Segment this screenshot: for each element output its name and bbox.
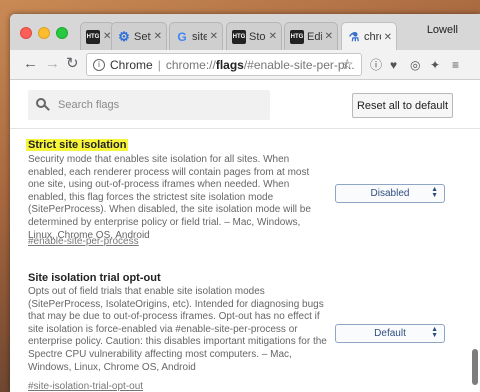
select-arrows-icon: ▲ ▼ <box>431 326 438 339</box>
tab-chrome-flags[interactable]: ⚗ chro ✕ <box>341 22 397 51</box>
address-bar[interactable]: i Chrome | chrome://flags/#enable-site-p… <box>86 53 362 76</box>
flag-state-select[interactable]: Disabled ▲ ▼ <box>335 184 445 203</box>
flag-state-select[interactable]: Default ▲ ▼ <box>335 324 445 343</box>
tab-htg-edit[interactable]: HTG Edit ✕ <box>284 22 338 50</box>
flask-icon: ⚗ <box>348 30 360 44</box>
search-input[interactable] <box>58 99 238 111</box>
tab-label: site <box>192 30 207 43</box>
minimize-window-button[interactable] <box>38 27 50 39</box>
select-value: Disabled <box>370 188 410 199</box>
flags-page: Reset all to default Strict site isolati… <box>10 81 480 392</box>
url-bold: flags <box>215 57 244 72</box>
omnibox-url: chrome://flags/#enable-site-per-pr... <box>166 58 355 72</box>
flag-description: Security mode that enables site isolatio… <box>28 154 311 241</box>
close-window-button[interactable] <box>20 27 32 39</box>
menu-icon[interactable]: ≡ <box>452 58 459 72</box>
divider <box>10 128 480 129</box>
flag-anchor-link[interactable]: #site-isolation-trial-opt-out <box>28 381 143 392</box>
close-tab-icon[interactable]: ✕ <box>210 31 218 42</box>
flag-anchor-link[interactable]: #enable-site-per-process <box>28 236 139 247</box>
tab-htg-stop[interactable]: HTG Stop ✕ <box>226 22 282 50</box>
browser-toolbar: ← → ↻ i Chrome | chrome://flags/#enable-… <box>10 50 480 80</box>
tab-label: Edit <box>307 30 322 43</box>
omnibox-separator: | <box>157 57 161 72</box>
google-icon: G <box>177 29 187 44</box>
close-tab-icon[interactable]: ✕ <box>325 31 333 42</box>
flag-title: Site isolation trial opt-out <box>28 272 161 284</box>
bookmark-star-icon[interactable]: ☆ <box>341 56 354 73</box>
reset-all-button[interactable]: Reset all to default <box>352 93 453 118</box>
settings-gear-icon: ⚙ <box>118 28 130 44</box>
browser-window: HTG ✕ ⚙ Setti ✕ G site ✕ HTG Stop ✕ HTG … <box>10 14 480 392</box>
extension-icon[interactable]: ✦ <box>430 58 440 72</box>
htg-icon: HTG <box>232 29 246 44</box>
htg-icon: HTG <box>290 29 304 44</box>
flag-description: Opts out of field trials that enable sit… <box>28 286 327 373</box>
tab-settings[interactable]: ⚙ Setti ✕ <box>111 22 167 50</box>
info-extension-icon[interactable]: ⓘ <box>370 58 382 72</box>
htg-icon: HTG <box>86 29 100 44</box>
url-suffix: /#enable-site-per-pr... <box>243 57 355 72</box>
select-value: Default <box>374 328 406 339</box>
tab-label: Setti <box>134 30 151 43</box>
close-tab-icon[interactable]: ✕ <box>269 31 277 42</box>
scrollbar-thumb[interactable] <box>472 349 478 385</box>
close-tab-icon[interactable]: ✕ <box>384 32 392 43</box>
omnibox-scheme-label: Chrome <box>110 57 153 72</box>
flag-title: Strict site isolation <box>26 139 129 151</box>
site-info-icon[interactable]: i <box>93 58 105 71</box>
profile-name[interactable]: Lowell <box>427 24 458 36</box>
close-tab-icon[interactable]: ✕ <box>154 31 162 42</box>
select-arrows-icon: ▲ ▼ <box>431 186 438 199</box>
back-arrow-icon[interactable]: ← <box>23 55 38 73</box>
forward-arrow-icon[interactable]: → <box>45 55 60 73</box>
pocket-icon[interactable]: ♥ <box>390 58 397 72</box>
tab-label: Stop <box>249 30 266 43</box>
zoom-window-button[interactable] <box>56 27 68 39</box>
search-bar[interactable] <box>28 90 270 120</box>
shield-extension-icon[interactable]: ◎ <box>410 58 420 72</box>
tab-htg-1[interactable]: HTG ✕ <box>80 22 114 50</box>
url-prefix: chrome:// <box>165 57 216 72</box>
tab-google-search[interactable]: G site ✕ <box>169 22 223 50</box>
search-icon <box>36 98 50 112</box>
tab-label: chro <box>364 31 381 43</box>
tab-strip: HTG ✕ ⚙ Setti ✕ G site ✕ HTG Stop ✕ HTG … <box>10 14 480 51</box>
reload-icon[interactable]: ↻ <box>66 55 79 73</box>
